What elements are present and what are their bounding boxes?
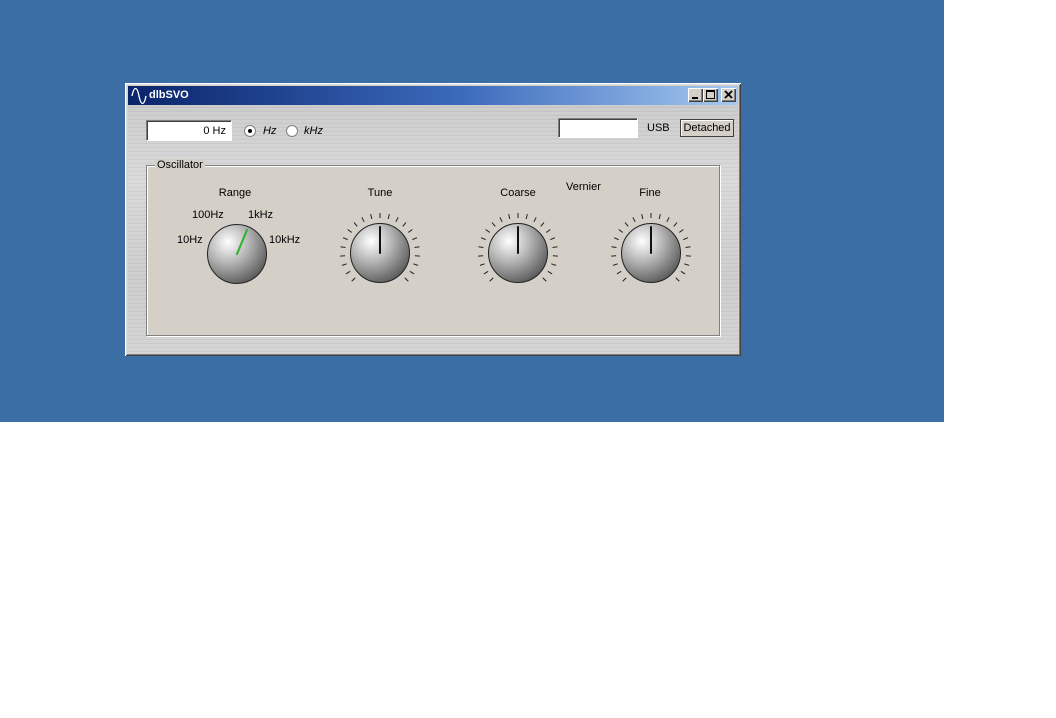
close-icon bbox=[724, 90, 733, 99]
khz-label: kHz bbox=[304, 125, 323, 137]
app-window: dlbSVO 0 Hz Hz kHz USB Detached Oscillat… bbox=[125, 83, 741, 356]
dial-tick bbox=[404, 277, 409, 282]
hz-radio[interactable] bbox=[244, 125, 256, 137]
usb-label: USB bbox=[647, 122, 670, 134]
dial-tick bbox=[680, 270, 686, 275]
dial-tick bbox=[684, 263, 690, 266]
dial-tick bbox=[413, 263, 419, 266]
dial-tick bbox=[347, 229, 352, 233]
dial-tick bbox=[540, 222, 545, 227]
dial-tick bbox=[624, 222, 629, 227]
tune-knob[interactable] bbox=[336, 211, 424, 291]
dial-tick bbox=[533, 217, 537, 223]
dial-tick bbox=[480, 237, 486, 241]
dial-tick bbox=[353, 222, 358, 227]
coarse-label: Coarse bbox=[500, 187, 536, 199]
dial-tick bbox=[345, 270, 351, 275]
desktop: dlbSVO 0 Hz Hz kHz USB Detached Oscillat… bbox=[0, 0, 944, 422]
dial-tick bbox=[409, 270, 415, 275]
sine-wave-icon bbox=[131, 87, 147, 104]
window-title: dlbSVO bbox=[149, 89, 189, 101]
dial-tick bbox=[499, 217, 503, 223]
frequency-display[interactable]: 0 Hz bbox=[146, 120, 232, 141]
dial-tick bbox=[550, 237, 556, 241]
dial-tick bbox=[342, 237, 348, 241]
dial-tick bbox=[387, 213, 390, 220]
khz-radio[interactable] bbox=[286, 125, 298, 137]
range-1khz-label: 1kHz bbox=[248, 209, 274, 221]
range-10hz-label: 10Hz bbox=[177, 234, 203, 246]
dial-tick bbox=[412, 237, 418, 241]
dial-tick bbox=[402, 222, 407, 227]
vernier-label: Vernier bbox=[566, 181, 601, 193]
dial-tick bbox=[525, 213, 528, 220]
dial-tick bbox=[618, 229, 623, 233]
minimize-button[interactable] bbox=[688, 88, 703, 102]
dial-tick bbox=[414, 246, 420, 249]
title-bar[interactable]: dlbSVO bbox=[128, 86, 738, 105]
dial-tick bbox=[613, 237, 619, 241]
dial-tick bbox=[479, 263, 485, 266]
range-10khz-label: 10kHz bbox=[269, 234, 301, 246]
coarse-knob[interactable] bbox=[474, 211, 562, 291]
dial-tick bbox=[679, 229, 684, 233]
dial-tick bbox=[641, 213, 644, 220]
range-label: Range bbox=[218, 187, 252, 199]
range-knob[interactable] bbox=[205, 222, 269, 286]
tune-label: Tune bbox=[367, 187, 393, 199]
dial-tick bbox=[673, 222, 678, 227]
dial-tick bbox=[408, 229, 413, 233]
dial-tick bbox=[685, 246, 691, 249]
dial-tick bbox=[666, 217, 670, 223]
client-area: 0 Hz Hz kHz USB Detached Oscillator Rang… bbox=[128, 105, 738, 353]
dial-tick bbox=[508, 213, 511, 220]
dial-tick bbox=[552, 246, 558, 249]
dial-tick bbox=[478, 246, 484, 249]
dial-tick bbox=[341, 263, 347, 266]
dial-tick bbox=[485, 229, 490, 233]
range-100hz-label: 100Hz bbox=[192, 209, 224, 221]
dial-tick bbox=[491, 222, 496, 227]
dial-tick bbox=[622, 277, 627, 282]
frequency-value: 0 Hz bbox=[203, 125, 226, 137]
close-button[interactable] bbox=[721, 88, 736, 102]
dial-tick bbox=[351, 277, 356, 282]
dial-tick bbox=[483, 270, 489, 275]
dial-tick bbox=[612, 263, 618, 266]
dial-tick bbox=[611, 246, 617, 249]
oscillator-group-title: Oscillator bbox=[155, 159, 205, 171]
dial-tick bbox=[551, 263, 557, 266]
maximize-icon bbox=[706, 90, 715, 99]
dial-tick bbox=[546, 229, 551, 233]
dial-tick bbox=[340, 246, 346, 249]
dial-tick bbox=[632, 217, 636, 223]
dial-tick bbox=[675, 277, 680, 282]
minimize-icon bbox=[692, 97, 698, 99]
dial-tick bbox=[361, 217, 365, 223]
dial-tick bbox=[547, 270, 553, 275]
radio-selected-dot bbox=[248, 129, 252, 133]
oscillator-group: Oscillator Range 100Hz 1kHz 10Hz 10kHz T… bbox=[146, 159, 720, 336]
dial-tick bbox=[683, 237, 689, 241]
hz-label: Hz bbox=[263, 125, 277, 137]
usb-field[interactable] bbox=[558, 118, 638, 138]
dial-tick bbox=[616, 270, 622, 275]
usb-status: Detached bbox=[680, 119, 734, 137]
dial-tick bbox=[370, 213, 373, 220]
fine-label: Fine bbox=[639, 187, 661, 199]
dial-tick bbox=[489, 277, 494, 282]
maximize-button[interactable] bbox=[703, 88, 718, 102]
dial-tick bbox=[658, 213, 661, 220]
dial-tick bbox=[395, 217, 399, 223]
dial-tick bbox=[542, 277, 547, 282]
fine-knob[interactable] bbox=[607, 211, 695, 291]
